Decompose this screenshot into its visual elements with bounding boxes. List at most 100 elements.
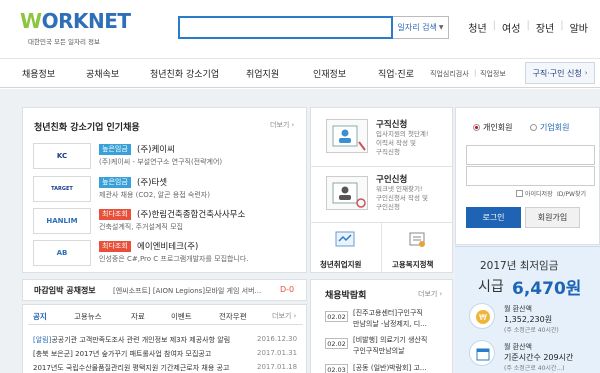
fair-title: 채용박람회 bbox=[325, 291, 367, 301]
company-name[interactable]: (주)타셋 bbox=[137, 176, 167, 188]
company-desc[interactable]: (주)케이씨 - 부설연구소 연구직(전략계어) bbox=[99, 157, 222, 167]
find-id-pw-link[interactable]: ID/PW찾기 bbox=[557, 189, 586, 198]
apply-button-label: 구직·구인 신청 bbox=[532, 68, 582, 78]
badge-high-wage: 높은임금 bbox=[99, 144, 131, 155]
list-item[interactable]: [충북 보은군] 2017년 숲가꾸기 패트롤사업 참여자 모집공고 bbox=[33, 349, 211, 359]
jobseek-title[interactable]: 구직신청 bbox=[376, 118, 407, 130]
login-button[interactable]: 로그인 bbox=[466, 207, 521, 228]
radio-corporate-label[interactable]: 기업회원 bbox=[540, 122, 569, 133]
wage-monthly2-note: (주 소정근로 40시간...) bbox=[504, 365, 565, 372]
company-name[interactable]: (주)한림건축종합건축사사무소 bbox=[137, 208, 245, 220]
divider bbox=[28, 324, 303, 325]
list-item[interactable]: [알림]공공기관 고객만족도조사 관련 개인정보 제3자 제공사항 알림 bbox=[33, 335, 230, 345]
fair-item[interactable]: [진주고용센터]구인구직 bbox=[353, 309, 423, 318]
hire-desc: 워크넷 인재찾기! bbox=[376, 185, 423, 193]
company-logo: TARGET bbox=[33, 176, 91, 202]
tab-materials[interactable]: 자료 bbox=[131, 311, 145, 322]
notice-date: 2016.12.30 bbox=[257, 335, 298, 343]
tab-employment-news[interactable]: 고용뉴스 bbox=[74, 311, 102, 322]
notices-more-link[interactable]: 더보기 › bbox=[272, 311, 296, 321]
company-row[interactable]: AB 최다조회 에이엔비테크(주) 인성중은 C#,Pro C 프로그램개발자를… bbox=[33, 240, 298, 270]
fair-date: 02.03 bbox=[325, 364, 348, 373]
company-row[interactable]: KC 높은임금 (주)케이씨 (주)케이씨 - 부설연구소 연구직(전략계어) bbox=[33, 143, 298, 173]
chevron-down-icon: ▼ bbox=[438, 24, 444, 31]
tab-notice[interactable]: 공지 bbox=[33, 311, 47, 322]
quick-links: 청년 | 여성 | 장년 | 알바 bbox=[462, 20, 594, 35]
badge-high-wage: 높은임금 bbox=[99, 177, 131, 188]
fair-more-link[interactable]: 더보기 › bbox=[418, 289, 442, 299]
search-button[interactable]: 일자리 검색 ▼ bbox=[393, 16, 449, 39]
radio-corporate[interactable] bbox=[530, 124, 537, 131]
nav-career[interactable]: 직업·진로 bbox=[378, 67, 414, 80]
main-nav: 채용정보 공채속보 청년친화 강소기업 취업지원 인재정보 직업·진로 직업심리… bbox=[0, 58, 600, 88]
company-logo: HANLIM bbox=[33, 208, 91, 234]
radio-personal-label[interactable]: 개인회원 bbox=[483, 122, 512, 133]
fair-item[interactable]: [공동 (일반)박람회] 고... bbox=[353, 364, 427, 373]
nav-public-hiring[interactable]: 공채속보 bbox=[86, 67, 119, 80]
fair-item[interactable]: 만남의날 -남정제지, 디... bbox=[353, 320, 427, 329]
nav-employment-support[interactable]: 취업지원 bbox=[246, 67, 279, 80]
company-row[interactable]: HANLIM 최다조회 (주)한림건축종합건축사사무소 건축설계직, 주거설계직… bbox=[33, 208, 298, 238]
company-logo: KC bbox=[33, 143, 91, 169]
company-desc[interactable]: 건축설계직, 주거설계직 모집 bbox=[99, 222, 183, 232]
deadline-text[interactable]: [엔씨소프트] [AION Legions]모바일 게임 서버... bbox=[113, 286, 261, 296]
companies-more-link[interactable]: 더보기 › bbox=[270, 120, 294, 130]
hire-title[interactable]: 구인신청 bbox=[376, 173, 407, 185]
company-row[interactable]: TARGET 높은임금 (주)타셋 제관사 채용 (CO2, 알곤 용접 숙련자… bbox=[33, 176, 298, 206]
wage-monthly2-value: 기준시간수 209시간 bbox=[504, 353, 574, 362]
welfare-policy-icon[interactable] bbox=[406, 229, 428, 249]
jobseek-desc: 이력서 작성 및 bbox=[376, 139, 417, 147]
wage-monthly-label: 월 환산액 bbox=[504, 305, 532, 313]
deadline-dday: D-0 bbox=[280, 285, 295, 294]
quick-link-senior[interactable]: 장년 bbox=[530, 20, 560, 35]
badge-most-viewed: 최다조회 bbox=[99, 209, 131, 220]
search-input[interactable] bbox=[178, 16, 393, 39]
jobseek-desc: 입사지원의 첫단계! bbox=[376, 130, 429, 138]
nav-job-info[interactable]: 직업정보 bbox=[480, 69, 506, 79]
quick-link-parttime[interactable]: 알바 bbox=[564, 20, 594, 35]
worknet-logo[interactable]: WORKNET 대한민국 모든 일자리 정보 bbox=[20, 8, 140, 48]
nav-jobs[interactable]: 채용정보 bbox=[22, 67, 55, 80]
tab-email[interactable]: 전자우편 bbox=[219, 311, 247, 322]
id-input[interactable] bbox=[466, 145, 595, 165]
hire-icon[interactable] bbox=[326, 176, 368, 210]
apply-button[interactable]: 구직·구인 신청 › bbox=[525, 62, 595, 84]
quick-link-women[interactable]: 여성 bbox=[496, 20, 526, 35]
wage-hourly-label: 시급 bbox=[478, 279, 504, 295]
header: WORKNET 대한민국 모든 일자리 정보 일자리 검색 ▼ 청년 | 여성 | … bbox=[0, 0, 600, 58]
password-input[interactable] bbox=[466, 166, 595, 186]
wage-hourly-value: 6,470원 bbox=[512, 279, 582, 299]
save-id-label[interactable]: 아이디저장 bbox=[525, 189, 553, 198]
quick-link-youth[interactable]: 청년 bbox=[462, 20, 492, 35]
youth-support-label[interactable]: 청년취업지원 bbox=[320, 259, 361, 270]
tab-events[interactable]: 이벤트 bbox=[171, 311, 192, 322]
list-item[interactable]: 2017년도 국립수산물품질관리원 평택지원 기간제근로자 채용 공고 bbox=[33, 363, 229, 373]
join-button[interactable]: 회원가입 bbox=[525, 207, 580, 228]
youth-support-icon[interactable] bbox=[334, 229, 356, 249]
logo-tagline: 대한민국 모든 일자리 정보 bbox=[28, 38, 100, 46]
wage-monthly2-label: 월 환산액 bbox=[504, 343, 532, 351]
divider bbox=[381, 222, 382, 273]
nav-talent[interactable]: 인재정보 bbox=[313, 67, 346, 80]
coin-icon: ₩ bbox=[469, 303, 495, 329]
nav-youth-friendly[interactable]: 청년친화 강소기업 bbox=[150, 67, 219, 80]
divider: | bbox=[474, 69, 477, 77]
radio-personal[interactable] bbox=[473, 124, 480, 131]
company-desc[interactable]: 제관사 채용 (CO2, 알곤 용접 숙련자) bbox=[99, 190, 210, 200]
wage-monthly-value: 1,352,230원 bbox=[504, 315, 553, 324]
hire-desc: 구인신청 bbox=[376, 203, 400, 211]
welfare-policy-label[interactable]: 고용복지정책 bbox=[392, 259, 433, 270]
fair-date: 02.02 bbox=[325, 338, 348, 349]
calendar-icon bbox=[469, 340, 495, 366]
company-name[interactable]: (주)케이씨 bbox=[137, 143, 175, 155]
company-desc[interactable]: 인성중은 C#,Pro C 프로그램개발자를 모집합니다. bbox=[99, 254, 249, 264]
nav-psych-test[interactable]: 직업심리검사 bbox=[430, 69, 469, 79]
companies-title: 청년친화 강소기업 인기채용 bbox=[34, 123, 140, 133]
fair-item[interactable]: 구인구직만남의날 bbox=[353, 347, 405, 356]
fair-item[interactable]: [비발행] 의료기기 생산직 bbox=[353, 336, 427, 345]
badge-most-viewed: 최다조회 bbox=[99, 241, 131, 252]
save-id-checkbox[interactable] bbox=[516, 190, 523, 197]
fair-date: 02.02 bbox=[325, 311, 348, 322]
company-name[interactable]: 에이엔비테크(주) bbox=[137, 240, 198, 252]
jobseek-icon[interactable] bbox=[326, 119, 368, 153]
